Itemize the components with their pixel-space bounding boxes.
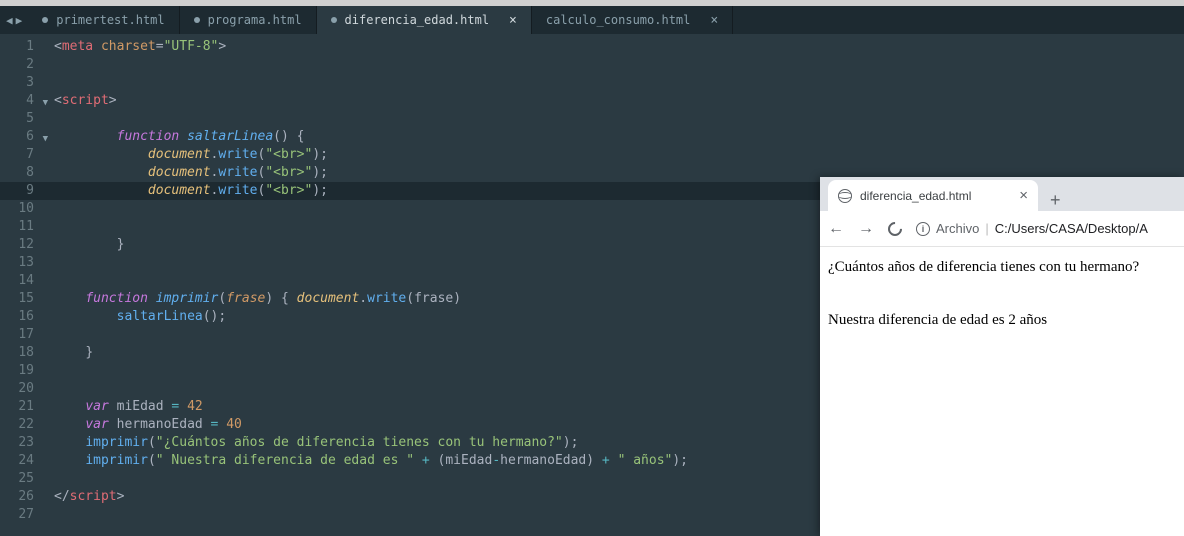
tab-nav-arrows[interactable]: ◀ ▶ (0, 6, 28, 34)
code-line (44, 110, 1184, 128)
tab-primertest[interactable]: primertest.html (28, 6, 179, 34)
url-path: C:/Users/CASA/Desktop/A (995, 221, 1148, 236)
nav-next-icon[interactable]: ▶ (16, 14, 23, 27)
browser-tab-title: diferencia_edad.html (860, 189, 1011, 203)
output-line-1: ¿Cuántos años de diferencia tienes con t… (828, 259, 1176, 276)
code-line (44, 74, 1184, 92)
line-number: 26 (0, 488, 44, 506)
close-icon[interactable]: × (1019, 187, 1028, 204)
modified-dot-icon (42, 17, 48, 23)
code-line (44, 56, 1184, 74)
nav-prev-icon[interactable]: ◀ (6, 14, 13, 27)
code-line: <meta charset="UTF-8"> (44, 38, 1184, 56)
tab-label: programa.html (208, 13, 302, 27)
close-tab-icon[interactable]: × (710, 13, 718, 28)
back-icon[interactable]: ← (828, 220, 844, 238)
line-number: 21 (0, 398, 44, 416)
code-line: document.write("<br>"); (44, 146, 1184, 164)
browser-tab[interactable]: diferencia_edad.html × (828, 180, 1038, 211)
output-line-2: Nuestra diferencia de edad es 2 años (828, 312, 1176, 329)
line-number: 10 (0, 200, 44, 218)
line-number: 4▼ (0, 92, 44, 110)
line-number: 17 (0, 326, 44, 344)
line-number: 12 (0, 236, 44, 254)
line-number: 8 (0, 164, 44, 182)
editor-tab-bar: ◀ ▶ primertest.html programa.html difere… (0, 6, 1184, 34)
forward-icon[interactable]: → (858, 220, 874, 238)
tab-label: diferencia_edad.html (345, 13, 490, 27)
line-number: 18 (0, 344, 44, 362)
line-number: 3 (0, 74, 44, 92)
line-number: 1 (0, 38, 44, 56)
info-icon[interactable]: i (916, 222, 930, 236)
tab-label: calculo_consumo.html (546, 13, 691, 27)
line-number: 15 (0, 290, 44, 308)
globe-icon (838, 189, 852, 203)
reload-icon[interactable] (885, 219, 905, 239)
line-number: 9 (0, 182, 44, 200)
line-number: 20 (0, 380, 44, 398)
line-number: 19 (0, 362, 44, 380)
tab-label: primertest.html (56, 13, 164, 27)
line-number: 23 (0, 434, 44, 452)
line-number: 13 (0, 254, 44, 272)
line-number: 11 (0, 218, 44, 236)
tab-calculo-consumo[interactable]: calculo_consumo.html × (532, 6, 733, 34)
line-number-gutter: 1234▼56▼78910111213141516171819202122232… (0, 34, 44, 536)
browser-toolbar: ← → i Archivo | C:/Users/CASA/Desktop/A (820, 211, 1184, 247)
close-tab-icon[interactable]: × (509, 13, 517, 28)
browser-window: diferencia_edad.html × + ← → i Archivo |… (820, 177, 1184, 536)
line-number: 25 (0, 470, 44, 488)
line-number: 14 (0, 272, 44, 290)
browser-viewport: ¿Cuántos años de diferencia tienes con t… (820, 247, 1184, 377)
line-number: 24 (0, 452, 44, 470)
line-number: 2 (0, 56, 44, 74)
code-line: function saltarLinea() { (44, 128, 1184, 146)
address-bar[interactable]: i Archivo | C:/Users/CASA/Desktop/A (916, 221, 1148, 236)
line-number: 6▼ (0, 128, 44, 146)
line-number: 7 (0, 146, 44, 164)
browser-tab-bar: diferencia_edad.html × + (820, 177, 1184, 211)
tab-diferencia-edad[interactable]: diferencia_edad.html × (317, 6, 532, 34)
new-tab-icon[interactable]: + (1038, 190, 1073, 211)
code-line: <script> (44, 92, 1184, 110)
modified-dot-icon (194, 17, 200, 23)
url-scheme: Archivo (936, 221, 979, 236)
tab-programa[interactable]: programa.html (180, 6, 317, 34)
url-separator: | (985, 221, 988, 236)
line-number: 22 (0, 416, 44, 434)
modified-dot-icon (331, 17, 337, 23)
line-number: 16 (0, 308, 44, 326)
line-number: 27 (0, 506, 44, 524)
line-number: 5 (0, 110, 44, 128)
